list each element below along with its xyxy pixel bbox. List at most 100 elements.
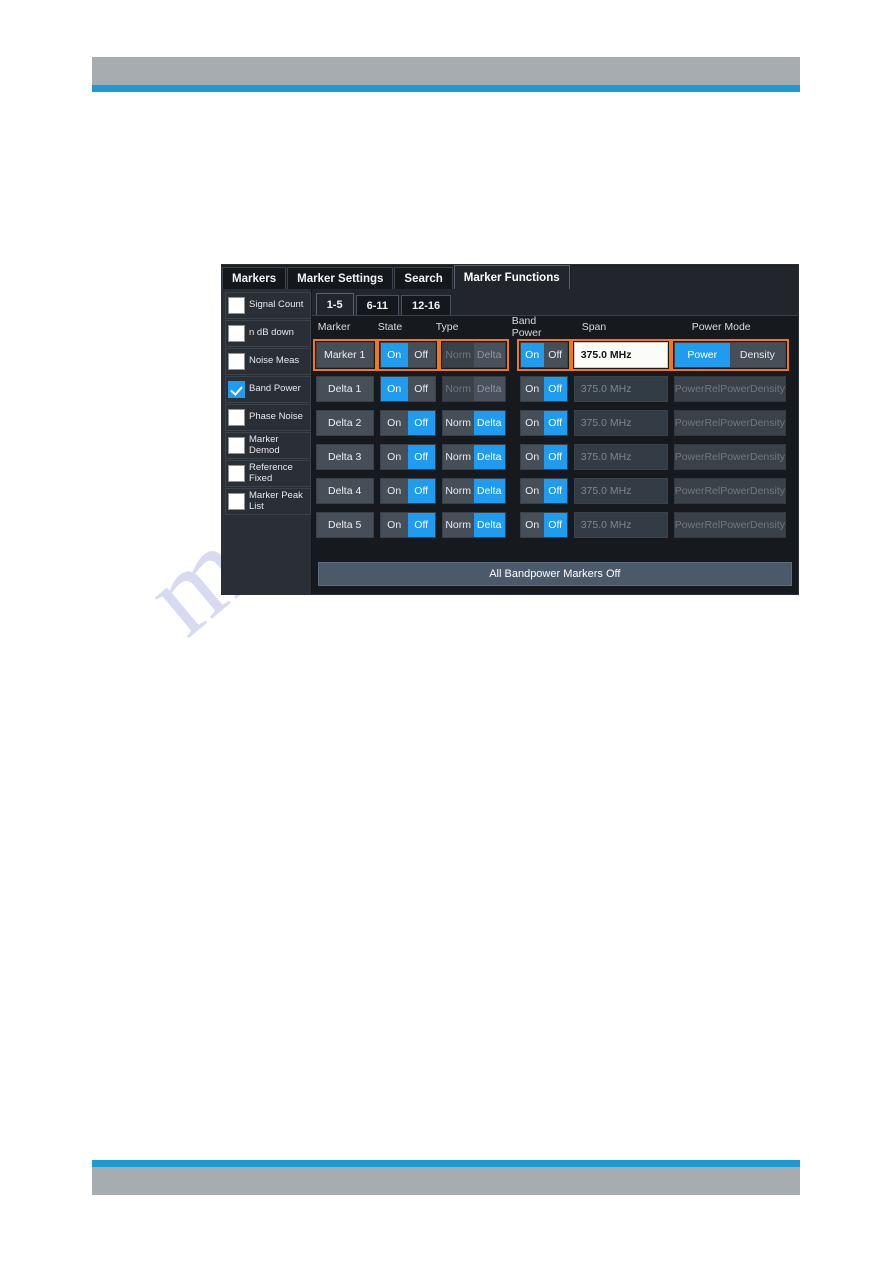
state-cell[interactable]: On Off — [379, 478, 436, 504]
type-delta-option[interactable]: Delta — [473, 411, 505, 435]
sidebar-item-signal-count[interactable]: Signal Count — [225, 292, 311, 319]
type-toggle[interactable]: Norm Delta — [441, 444, 506, 470]
marker-label-cell[interactable]: Delta 4 — [315, 478, 374, 504]
sidebar-item-marker-peak-list[interactable]: Marker Peak List — [225, 488, 311, 515]
band-power-toggle[interactable]: On Off — [519, 512, 568, 538]
power-mode-cell[interactable]: Power RelPower Density — [673, 410, 786, 436]
state-off-option[interactable]: Off — [407, 343, 435, 367]
span-cell[interactable]: 375.0 MHz — [573, 512, 668, 538]
span-cell[interactable]: 375.0 MHz — [573, 444, 668, 470]
checkbox-icon[interactable] — [228, 353, 245, 370]
state-toggle[interactable]: On Off — [379, 444, 436, 470]
power-mode-cell[interactable]: Power RelPower Density — [673, 376, 786, 402]
band-power-on-option[interactable]: On — [520, 377, 544, 401]
checkbox-icon[interactable] — [228, 465, 245, 482]
state-on-option[interactable]: On — [380, 445, 408, 469]
marker-label-cell[interactable]: Delta 2 — [315, 410, 374, 436]
span-cell[interactable]: 375.0 MHz — [573, 478, 668, 504]
band-power-cell[interactable]: On Off — [516, 339, 571, 371]
span-cell[interactable]: 375.0 MHz — [570, 339, 671, 371]
type-delta-option[interactable]: Delta — [473, 377, 505, 401]
marker-name-button[interactable]: Delta 4 — [315, 478, 374, 504]
band-power-off-option[interactable]: Off — [543, 343, 567, 367]
type-cell[interactable]: Norm Delta — [438, 339, 509, 371]
type-toggle[interactable]: Norm Delta — [438, 339, 509, 371]
state-toggle[interactable]: On Off — [376, 339, 439, 371]
power-mode-relpower-option[interactable]: RelPower — [704, 479, 750, 503]
span-cell[interactable]: 375.0 MHz — [573, 410, 668, 436]
type-norm-option[interactable]: Norm — [442, 445, 474, 469]
state-on-option[interactable]: On — [380, 513, 408, 537]
type-toggle[interactable]: Norm Delta — [441, 376, 506, 402]
type-toggle[interactable]: Norm Delta — [441, 410, 506, 436]
state-toggle[interactable]: On Off — [379, 512, 436, 538]
type-delta-option[interactable]: Delta — [473, 343, 505, 367]
tab-marker-functions[interactable]: Marker Functions — [453, 265, 570, 289]
span-input[interactable]: 375.0 MHz — [573, 512, 668, 538]
sidebar-item-band-power[interactable]: Band Power — [225, 376, 311, 403]
power-mode-density-option[interactable]: Density — [749, 377, 785, 401]
checkbox-icon[interactable] — [228, 297, 245, 314]
span-input[interactable]: 375.0 MHz — [573, 410, 668, 436]
power-mode-toggle[interactable]: Power RelPower Density — [673, 478, 786, 504]
state-cell[interactable]: On Off — [379, 444, 436, 470]
type-toggle[interactable]: Norm Delta — [441, 512, 506, 538]
band-power-toggle[interactable]: On Off — [519, 376, 568, 402]
band-power-on-option[interactable]: On — [520, 479, 544, 503]
power-mode-density-option[interactable]: Density — [729, 343, 785, 367]
state-off-option[interactable]: Off — [407, 445, 435, 469]
band-power-off-option[interactable]: Off — [543, 411, 567, 435]
sidebar-item-n-db-down[interactable]: n dB down — [225, 320, 311, 347]
power-mode-density-option[interactable]: Density — [749, 445, 785, 469]
power-mode-power-option[interactable]: Power — [674, 377, 705, 401]
type-toggle[interactable]: Norm Delta — [441, 478, 506, 504]
band-power-toggle[interactable]: On Off — [519, 478, 568, 504]
marker-label-cell[interactable]: Delta 3 — [315, 444, 374, 470]
band-power-toggle[interactable]: On Off — [519, 410, 568, 436]
span-input[interactable]: 375.0 MHz — [573, 444, 668, 470]
power-mode-density-option[interactable]: Density — [749, 411, 785, 435]
power-mode-toggle[interactable]: Power RelPower Density — [673, 410, 786, 436]
state-on-option[interactable]: On — [380, 479, 408, 503]
type-delta-option[interactable]: Delta — [473, 513, 505, 537]
all-bandpower-markers-off-button[interactable]: All Bandpower Markers Off — [317, 562, 792, 586]
band-power-cell[interactable]: On Off — [519, 444, 568, 470]
power-mode-power-option[interactable]: Power — [674, 513, 705, 537]
power-mode-power-option[interactable]: Power — [674, 479, 705, 503]
power-mode-toggle[interactable]: Power RelPower Density — [673, 512, 786, 538]
power-mode-power-option[interactable]: Power — [674, 343, 730, 367]
band-power-off-option[interactable]: Off — [543, 377, 567, 401]
state-toggle[interactable]: On Off — [379, 410, 436, 436]
state-cell[interactable]: On Off — [379, 376, 436, 402]
marker-name-button[interactable]: Delta 3 — [315, 444, 374, 470]
band-power-cell[interactable]: On Off — [519, 410, 568, 436]
type-cell[interactable]: Norm Delta — [441, 444, 506, 470]
power-mode-cell[interactable]: Power Density — [670, 339, 790, 371]
checkbox-icon[interactable] — [228, 325, 245, 342]
type-norm-option[interactable]: Norm — [442, 411, 474, 435]
state-cell[interactable]: On Off — [379, 512, 436, 538]
band-power-toggle[interactable]: On Off — [519, 444, 568, 470]
power-mode-relpower-option[interactable]: RelPower — [704, 445, 750, 469]
band-power-off-option[interactable]: Off — [543, 445, 567, 469]
checkbox-icon[interactable] — [228, 493, 245, 510]
marker-name-button[interactable]: Delta 5 — [315, 512, 374, 538]
sidebar-item-marker-demod[interactable]: Marker Demod — [225, 432, 311, 459]
power-mode-cell[interactable]: Power RelPower Density — [673, 444, 786, 470]
checkbox-icon[interactable] — [228, 437, 245, 454]
state-on-option[interactable]: On — [380, 411, 408, 435]
subtab-6-11[interactable]: 6-11 — [355, 295, 400, 315]
power-mode-relpower-option[interactable]: RelPower — [704, 411, 750, 435]
checkbox-checked-icon[interactable] — [228, 381, 245, 398]
state-toggle[interactable]: On Off — [379, 478, 436, 504]
band-power-toggle[interactable]: On Off — [516, 339, 571, 371]
marker-label-cell[interactable]: Delta 1 — [315, 376, 374, 402]
band-power-on-option[interactable]: On — [520, 513, 544, 537]
state-cell[interactable]: On Off — [376, 339, 439, 371]
checkbox-icon[interactable] — [228, 409, 245, 426]
band-power-on-option[interactable]: On — [520, 343, 544, 367]
power-mode-cell[interactable]: Power RelPower Density — [673, 512, 786, 538]
sidebar-item-reference-fixed[interactable]: Reference Fixed — [225, 460, 311, 487]
type-norm-option[interactable]: Norm — [442, 479, 474, 503]
band-power-cell[interactable]: On Off — [519, 478, 568, 504]
